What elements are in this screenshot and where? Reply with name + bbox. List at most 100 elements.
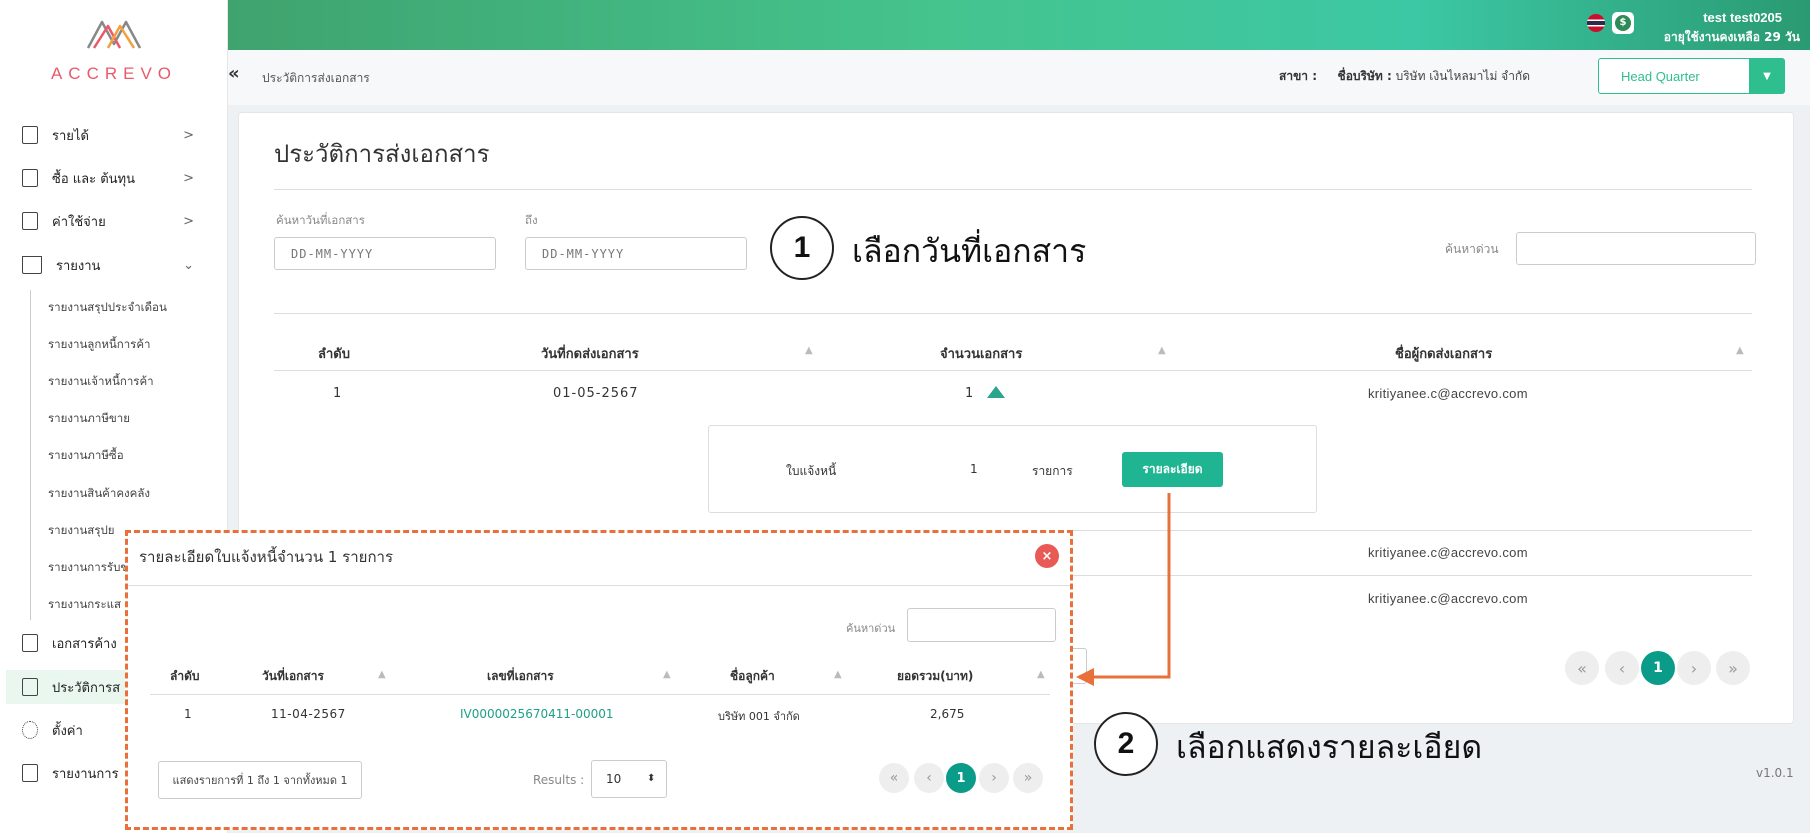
- sidebar-item-label: ซื้อ และ ต้นทุน: [52, 171, 136, 187]
- modal-header-total[interactable]: ยอดรวม(บาท): [897, 667, 973, 686]
- sidebar-subitem[interactable]: รายงานการรับข: [48, 557, 128, 579]
- modal-cell-doc-date: 11-04-2567: [271, 707, 346, 721]
- close-icon[interactable]: ×: [1035, 544, 1059, 568]
- notebook-icon: [22, 764, 38, 782]
- submenu-line: [30, 290, 31, 620]
- sort-icon[interactable]: ▲: [834, 669, 842, 680]
- sidebar-subitem[interactable]: รายงานสรุปประจำเดือน: [48, 297, 167, 319]
- coin-icon[interactable]: $: [1612, 12, 1634, 34]
- logo[interactable]: ACCREVO: [0, 14, 228, 84]
- accrevo-logo-icon: [86, 20, 142, 49]
- page-button-current[interactable]: 1: [1641, 651, 1675, 685]
- step-2-marker: 2: [1094, 712, 1158, 776]
- divider: [128, 585, 1070, 586]
- cell-doc-count: 1: [965, 386, 974, 401]
- modal-last-page-button[interactable]: »: [1013, 763, 1043, 793]
- modal-first-page-button[interactable]: «: [879, 763, 909, 793]
- modal-prev-page-button[interactable]: ‹: [914, 763, 944, 793]
- sidebar-item-expense[interactable]: ค่าใช้จ่าย >: [22, 206, 202, 236]
- prev-page-button[interactable]: ‹: [1605, 651, 1639, 685]
- divider: [274, 370, 1752, 371]
- to-date-label: ถึง: [525, 213, 538, 227]
- thai-flag-icon[interactable]: [1587, 14, 1605, 32]
- divider: [1073, 575, 1752, 576]
- gear-icon: [22, 721, 38, 739]
- step-1-text: เลือกวันที่เอกสาร: [852, 232, 1087, 270]
- first-page-button[interactable]: «: [1565, 651, 1599, 685]
- sidebar-subitem[interactable]: รายงานกระแส: [48, 594, 121, 616]
- expand-up-icon[interactable]: [987, 386, 1005, 398]
- sidebar-subitem[interactable]: รายงานภาษีซื้อ: [48, 445, 124, 467]
- detail-unit: รายการ: [1032, 464, 1073, 478]
- chevron-right-icon: >: [183, 127, 194, 143]
- modal-next-page-button[interactable]: ›: [979, 763, 1009, 793]
- modal-search-label: ค้นหาด่วน: [846, 622, 896, 635]
- user-name[interactable]: test test0205: [1703, 10, 1782, 25]
- modal-page-button-current[interactable]: 1: [946, 763, 976, 793]
- sort-icon[interactable]: ▲: [1037, 669, 1045, 680]
- next-page-button[interactable]: ›: [1677, 651, 1711, 685]
- sidebar-subitem[interactable]: รายงานสรุปย: [48, 520, 115, 542]
- sidebar-item-label: เอกสารค้าง: [52, 636, 117, 652]
- modal-header-doc-no[interactable]: เลขที่เอกสาร: [487, 667, 554, 686]
- cell-sender: kritiyanee.c@accrevo.com: [1368, 386, 1528, 401]
- modal-entries-info: แสดงรายการที่ 1 ถึง 1 จากทั้งหมด 1: [158, 761, 362, 799]
- sort-icon[interactable]: ▲: [1158, 345, 1166, 356]
- sort-icon[interactable]: ▲: [378, 669, 386, 680]
- sidebar-item-report[interactable]: รายงาน ⌄: [22, 250, 202, 280]
- divider: [274, 189, 1752, 190]
- cell-send-date: 01-05-2567: [553, 386, 639, 401]
- chevron-right-icon: >: [183, 170, 194, 186]
- company-info: ชื่อบริษัท : บริษัท เงินไหลมาไม่ จำกัด: [1338, 67, 1530, 86]
- sidebar-subitem[interactable]: รายงานภาษีขาย: [48, 408, 130, 430]
- modal-header-no[interactable]: ลำดับ: [170, 667, 200, 686]
- modal-header-customer[interactable]: ชื่อลูกค้า: [730, 667, 775, 686]
- top-bar: [228, 0, 1810, 50]
- book-icon: [22, 256, 42, 274]
- company-label: ชื่อบริษัท :: [1337, 69, 1392, 83]
- from-date-label: ค้นหาวันที่เอกสาร: [276, 213, 365, 227]
- sidebar-item-purchase[interactable]: ซื้อ และ ต้นทุน >: [22, 163, 202, 193]
- column-header-doc-count[interactable]: จำนวนเอกสาร: [940, 343, 1022, 364]
- column-header-no[interactable]: ลำดับ: [318, 343, 350, 364]
- collapse-sidebar-icon[interactable]: «: [228, 64, 246, 84]
- document-plus-icon: [22, 126, 38, 144]
- chevron-right-icon: >: [183, 213, 194, 229]
- file-icon: [22, 634, 38, 652]
- sidebar-subitem[interactable]: รายงานเจ้าหนี้การค้า: [48, 371, 154, 393]
- version-label: v1.0.1: [1756, 766, 1794, 780]
- to-date-input[interactable]: DD-MM-YYYY: [525, 237, 747, 270]
- page-size-select[interactable]: [1073, 648, 1087, 684]
- sidebar-subitem[interactable]: รายงานสินค้าคงคลัง: [48, 483, 150, 505]
- detail-button[interactable]: รายละเอียด: [1122, 452, 1223, 487]
- column-header-send-date[interactable]: วันที่กดส่งเอกสาร: [541, 343, 639, 364]
- sidebar-item-income[interactable]: รายได้ >: [22, 120, 202, 150]
- column-header-sender[interactable]: ชื่อผู้กดส่งเอกสาร: [1395, 343, 1492, 364]
- sidebar-item-label: ตั้งค่า: [52, 723, 83, 739]
- sort-icon[interactable]: ▲: [663, 669, 671, 680]
- logo-text: ACCREVO: [50, 64, 178, 83]
- document-minus-icon: [22, 212, 38, 230]
- modal-results-select[interactable]: 10: [591, 760, 667, 798]
- quick-search-label: ค้นหาด่วน: [1445, 242, 1499, 256]
- step-2-text: เลือกแสดงรายละเอียด: [1176, 728, 1483, 766]
- cell-sender: kritiyanee.c@accrevo.com: [1368, 545, 1528, 560]
- company-name: บริษัท เงินไหลมาไม่ จำกัด: [1395, 69, 1530, 83]
- sidebar-item-label: รายได้: [52, 128, 89, 144]
- modal-doc-link[interactable]: IV0000025670411-00001: [460, 707, 614, 721]
- sidebar-item-label: รายงาน: [56, 258, 101, 274]
- sidebar-item-label: รายงานการ: [52, 766, 119, 782]
- from-date-input[interactable]: DD-MM-YYYY: [274, 237, 496, 270]
- quick-search-input[interactable]: [1516, 232, 1756, 265]
- modal-header-doc-date[interactable]: วันที่เอกสาร: [262, 667, 324, 686]
- last-page-button[interactable]: »: [1716, 651, 1750, 685]
- sort-icon[interactable]: ▲: [805, 345, 813, 356]
- modal-title: รายละเอียดใบแจ้งหนี้จำนวน 1 รายการ: [139, 548, 394, 566]
- modal-search-input[interactable]: [907, 608, 1056, 642]
- sort-icon[interactable]: ▲: [1736, 345, 1744, 356]
- page-title: ประวัติการส่งเอกสาร: [274, 140, 490, 168]
- caret-down-icon[interactable]: ▼: [1749, 58, 1785, 94]
- sidebar-subitem[interactable]: รายงานลูกหนี้การค้า: [48, 334, 151, 356]
- modal-cell-total: 2,675: [930, 707, 965, 721]
- divider: [150, 694, 1050, 695]
